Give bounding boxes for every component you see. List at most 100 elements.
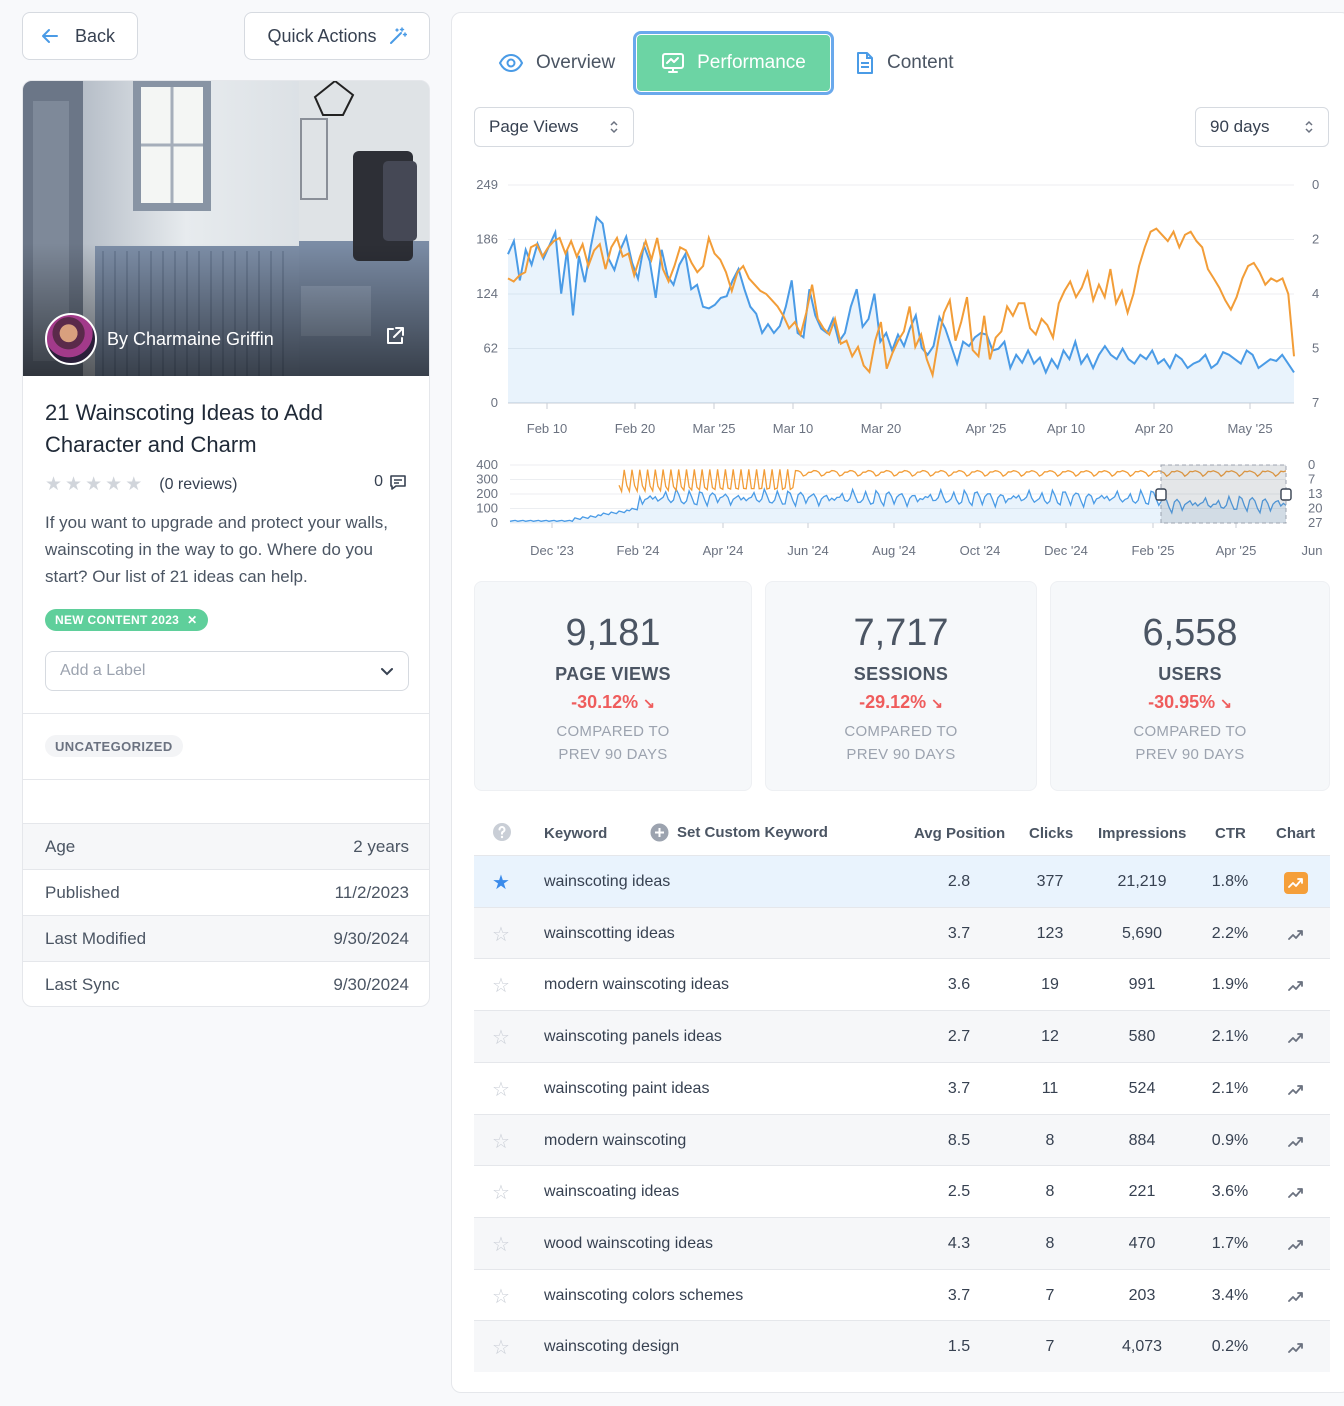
arrow-down-right-icon: ↘ <box>643 695 655 711</box>
trend-chart-icon[interactable] <box>1284 1131 1308 1153</box>
ctr-cell: 0.9% <box>1211 1131 1249 1149</box>
table-row[interactable]: ☆ wood wainscoting ideas 4.3 8 470 1.7% <box>474 1216 1330 1269</box>
impressions-cell: 580 <box>1128 1028 1156 1046</box>
trend-chart-icon[interactable] <box>1284 1079 1308 1101</box>
ctr-cell: 3.4% <box>1211 1286 1249 1304</box>
trend-chart-icon[interactable] <box>1284 1337 1308 1359</box>
nav-y-tick-label: 0 <box>491 515 498 530</box>
nav-y-tick-label: 400 <box>476 457 498 472</box>
date-range-select[interactable]: 90 days <box>1195 107 1329 147</box>
table-row[interactable]: ☆ wainscoating ideas 2.5 8 221 3.6% <box>474 1165 1330 1217</box>
col-clicks[interactable]: Clicks <box>1029 825 1073 842</box>
favorite-star-icon[interactable]: ☆ <box>492 922 510 947</box>
favorite-star-icon[interactable]: ☆ <box>492 973 510 998</box>
nav-x-tick-label: Feb '25 <box>1132 543 1175 558</box>
col-avg-position[interactable]: Avg Position <box>914 825 1005 842</box>
avg-position-cell: 8.5 <box>947 1131 971 1149</box>
author-byline[interactable]: By Charmaine Griffin <box>45 313 274 365</box>
performance-panel: Overview Performance Content Page Views … <box>451 12 1344 1393</box>
ctr-cell: 1.8% <box>1211 873 1249 890</box>
range-handle[interactable] <box>1280 488 1292 501</box>
table-row[interactable]: ☆ modern wainscoting ideas 3.6 19 991 1.9% <box>474 958 1330 1010</box>
col-chart: Chart <box>1276 825 1316 842</box>
trend-chart-icon[interactable] <box>1284 1182 1308 1204</box>
avg-position-cell: 2.8 <box>947 873 971 890</box>
table-row[interactable]: ☆ wainscoting panels ideas 2.7 12 580 2.1% <box>474 1010 1330 1063</box>
y-tick-label: 249 <box>476 177 498 192</box>
trend-chart-icon[interactable] <box>1284 924 1308 946</box>
add-label-select[interactable]: Add a Label <box>45 651 409 691</box>
article-hero-image: By Charmaine Griffin <box>23 81 429 376</box>
set-custom-keyword-button[interactable]: Set Custom Keyword <box>650 823 828 842</box>
nav-y2-tick-label: 7 <box>1308 472 1315 487</box>
tab-content-label: Content <box>887 52 954 73</box>
range-selection[interactable] <box>1160 464 1287 524</box>
author-name: By Charmaine Griffin <box>107 328 274 349</box>
stat-compare-line: COMPARED TO <box>844 723 958 740</box>
y-tick-label: 0 <box>491 395 498 410</box>
favorite-star-icon[interactable]: ☆ <box>492 1077 510 1102</box>
trend-chart-icon[interactable] <box>1284 1286 1308 1308</box>
tab-content[interactable]: Content <box>855 33 954 93</box>
tab-performance[interactable]: Performance <box>633 31 834 95</box>
rating-star-icon[interactable]: ★ <box>45 473 62 496</box>
performance-charts[interactable]: 249 0186 2124 462 50 7Feb 10 Feb 20 Mar '25 Mar … <box>452 173 1344 573</box>
col-ctr[interactable]: CTR <box>1215 825 1246 842</box>
star-rating[interactable]: ★ ★ ★ ★ ★ (0 reviews) <box>45 473 237 496</box>
stat-value: 7,717 <box>853 612 949 654</box>
favorite-star-icon[interactable]: ☆ <box>492 1284 510 1309</box>
table-row[interactable]: ☆ wainscoting paint ideas 3.7 11 524 2.1% <box>474 1061 1330 1114</box>
meta-row-age: Age 2 years <box>23 823 429 869</box>
favorite-star-icon[interactable]: ☆ <box>492 1232 510 1257</box>
content-tag-label: NEW CONTENT 2023 <box>55 613 180 627</box>
trend-chart-icon[interactable] <box>1284 975 1308 997</box>
rating-star-icon[interactable]: ★ <box>65 473 82 496</box>
back-button[interactable]: Back <box>22 12 138 60</box>
article-title: 21 Wainscoting Ideas to Add Character an… <box>45 400 324 457</box>
nav-x-tick-label: Jun <box>1302 543 1323 558</box>
nav-x-tick-label: Dec '24 <box>1044 543 1088 558</box>
favorite-star-icon[interactable]: ☆ <box>492 1335 510 1360</box>
remove-tag-icon[interactable]: ✕ <box>187 613 197 627</box>
favorite-star-icon[interactable]: ☆ <box>492 1129 510 1154</box>
table-row[interactable]: ☆ wainscoting design 1.5 7 4,073 0.2% <box>474 1320 1330 1373</box>
favorite-star-icon[interactable]: ☆ <box>492 1025 510 1050</box>
table-row[interactable]: ☆ wainscotting ideas 3.7 123 5,690 2.2% <box>474 906 1330 959</box>
tab-overview-label: Overview <box>536 52 616 73</box>
favorite-star-icon[interactable]: ☆ <box>492 1180 510 1205</box>
trend-chart-icon[interactable] <box>1284 872 1308 894</box>
table-row[interactable]: ★ wainscoting ideas 2.8 377 21,219 1.8% <box>474 855 1330 907</box>
x-tick-label: Mar '25 <box>693 421 736 436</box>
date-range-value: 90 days <box>1210 117 1270 136</box>
quick-actions-label: Quick Actions <box>267 25 377 46</box>
meta-label: Last Modified <box>45 928 147 948</box>
favorite-star-icon[interactable]: ★ <box>492 870 510 895</box>
avg-position-cell: 3.7 <box>947 924 971 942</box>
keyword-cell: wainscoting ideas <box>544 873 671 890</box>
stat-compare: COMPARED TO PREV 90 DAYS <box>475 720 751 766</box>
tab-overview[interactable]: Overview <box>498 33 615 93</box>
comments-count[interactable]: 0 <box>374 473 407 491</box>
external-link-icon[interactable] <box>385 326 405 346</box>
table-row[interactable]: ☆ wainscoting colors schemes 3.7 7 203 3.4% <box>474 1268 1330 1321</box>
metric-select[interactable]: Page Views <box>474 107 634 147</box>
col-keyword[interactable]: Keyword <box>544 825 607 842</box>
back-label: Back <box>75 25 116 46</box>
impressions-cell: 884 <box>1128 1131 1156 1149</box>
content-tag: NEW CONTENT 2023 ✕ <box>45 609 208 631</box>
range-handle[interactable] <box>1155 488 1167 501</box>
help-icon[interactable] <box>492 822 512 846</box>
stat-card-users: 6,558 USERS -30.95% ↘ COMPARED TO PREV 90… <box>1050 581 1330 791</box>
table-row[interactable]: ☆ modern wainscoting 8.5 8 884 0.9% <box>474 1113 1330 1166</box>
col-impressions[interactable]: Impressions <box>1098 825 1186 842</box>
x-tick-label: Mar 10 <box>773 421 813 436</box>
rating-star-icon[interactable]: ★ <box>105 473 122 496</box>
meta-label: Published <box>45 882 120 902</box>
trend-chart-icon[interactable] <box>1284 1234 1308 1256</box>
x-tick-label: Apr 20 <box>1135 421 1173 436</box>
ctr-cell: 2.1% <box>1211 1079 1249 1097</box>
rating-star-icon[interactable]: ★ <box>125 473 142 496</box>
quick-actions-button[interactable]: Quick Actions <box>244 12 430 60</box>
rating-star-icon[interactable]: ★ <box>85 473 102 496</box>
trend-chart-icon[interactable] <box>1284 1027 1308 1049</box>
